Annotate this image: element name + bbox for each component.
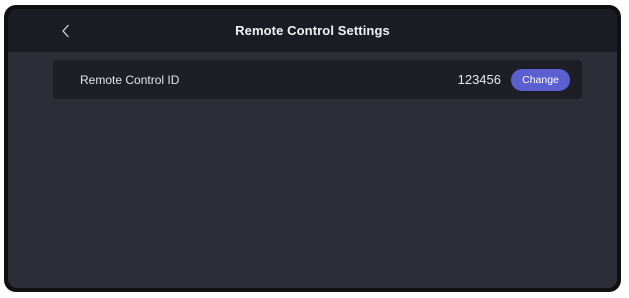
change-button[interactable]: Change bbox=[511, 68, 570, 91]
remote-control-id-label: Remote Control ID bbox=[80, 72, 180, 87]
remote-control-id-value: 123456 bbox=[457, 72, 501, 87]
device-frame: Remote Control Settings Remote Control I… bbox=[4, 5, 621, 292]
page-title: Remote Control Settings bbox=[235, 23, 390, 38]
remote-control-id-row: Remote Control ID 123456 Change bbox=[53, 60, 582, 99]
settings-screen: Remote Control Settings Remote Control I… bbox=[8, 9, 617, 288]
header-bar: Remote Control Settings bbox=[8, 9, 617, 52]
back-button[interactable] bbox=[56, 21, 76, 41]
chevron-left-icon bbox=[62, 24, 69, 38]
